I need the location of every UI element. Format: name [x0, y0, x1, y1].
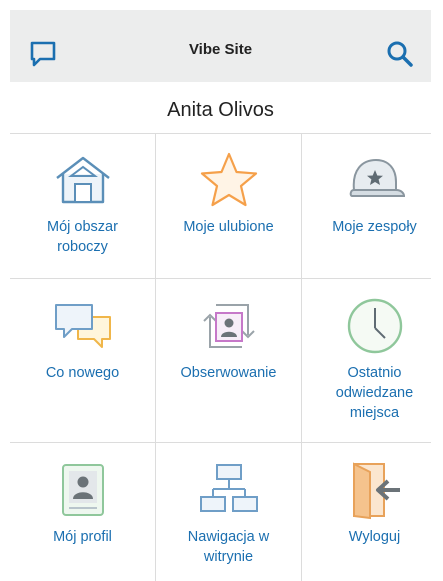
tile-label: Obserwowanie	[180, 365, 277, 381]
tile-site-navigation[interactable]: Nawigacja w witrynie	[156, 443, 301, 567]
team-cap-icon	[340, 149, 410, 211]
follow-icon	[194, 295, 264, 357]
search-button[interactable]	[384, 38, 416, 70]
tile-label: Ostatnio odwiedzane miejsca	[335, 365, 414, 421]
tile-label: Mój profil	[53, 529, 112, 545]
tile-label: Wyloguj	[348, 529, 401, 545]
navigation-grid: Mój obszar roboczy Moje ulubione Moje ze…	[10, 133, 431, 581]
sitemap-icon	[194, 459, 264, 521]
tile-my-workspace[interactable]: Mój obszar roboczy	[10, 133, 155, 257]
star-icon	[194, 149, 264, 211]
search-icon	[387, 41, 413, 67]
tile-whats-new[interactable]: Co nowego	[10, 279, 155, 383]
tile-my-teams[interactable]: Moje zespoły	[302, 133, 443, 237]
tile-my-favorites[interactable]: Moje ulubione	[156, 133, 301, 237]
tile-my-profile[interactable]: Mój profil	[10, 443, 155, 547]
tile-label: Moje zespoły	[332, 219, 417, 235]
app-title: Vibe Site	[188, 41, 253, 58]
tile-label: Mój obszar roboczy	[47, 219, 118, 255]
speech-bubbles-icon	[48, 295, 118, 357]
tile-logout[interactable]: Wyloguj	[302, 443, 443, 547]
logout-door-icon	[340, 459, 410, 521]
tile-label: Moje ulubione	[183, 219, 274, 235]
clock-icon	[340, 295, 410, 357]
user-name: Anita Olivos	[167, 99, 274, 121]
tile-label: Nawigacja w witrynie	[187, 529, 270, 565]
home-icon	[48, 149, 118, 211]
tile-label: Co nowego	[45, 365, 120, 381]
top-bar: Vibe Site	[10, 10, 431, 82]
tile-recently-visited[interactable]: Ostatnio odwiedzane miejsca	[302, 279, 443, 423]
tile-following[interactable]: Obserwowanie	[156, 279, 301, 383]
profile-icon	[48, 459, 118, 521]
